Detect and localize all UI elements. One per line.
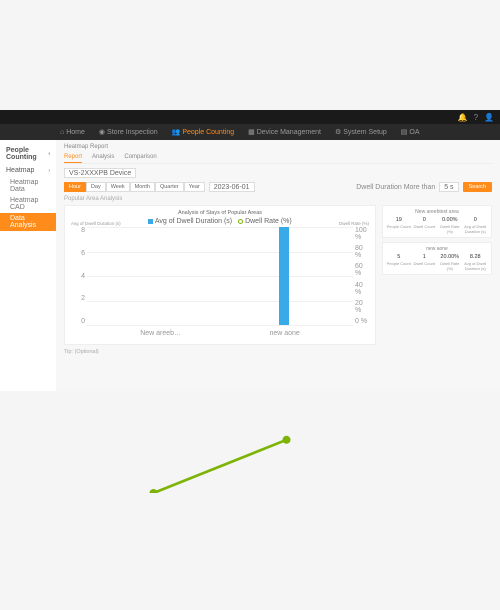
filter-select[interactable]: 5 s	[439, 182, 458, 192]
notification-icon[interactable]: 🔔	[458, 113, 468, 122]
filter-value: 5 s	[444, 184, 453, 191]
xtick-0: New areeb…	[140, 330, 181, 337]
inspection-icon: ◉	[99, 128, 105, 136]
nav-system-setup[interactable]: ⚙System Setup	[335, 128, 387, 136]
nav-oa[interactable]: ▤OA	[401, 128, 420, 136]
legend-bar: Avg of Dwell Duration (s)	[148, 218, 232, 225]
content: Heatmap Report Report Analysis Compariso…	[56, 140, 500, 391]
tab-comparison[interactable]: Comparison	[124, 152, 156, 163]
legend-line: Dwell Rate (%)	[238, 218, 292, 225]
period-hour[interactable]: Hour	[64, 182, 86, 192]
controls-row-1: VS-2XXXPB Device	[64, 168, 492, 178]
oa-icon: ▤	[401, 128, 408, 136]
sidebar-top[interactable]: People Counting‹	[0, 144, 56, 164]
sidebar-item-label: Heatmap	[6, 167, 34, 174]
store-value: VS-2XXXPB Device	[69, 170, 131, 177]
stat-title: new aone	[386, 246, 488, 252]
home-icon: ⌂	[60, 129, 64, 136]
topbar: 🔔 ? 👤	[0, 110, 500, 124]
xtick-1: new aone	[269, 330, 299, 337]
legend-blue-icon	[148, 219, 153, 224]
sidebar-item-label: Heatmap CAD	[10, 197, 50, 211]
nav-label: System Setup	[343, 129, 387, 136]
main: People Counting‹ Heatmap › Heatmap Data H…	[0, 140, 500, 391]
ylabel-right: Dwell Rate (%)	[339, 221, 369, 226]
period-month[interactable]: Month	[130, 182, 155, 192]
nav-label: Device Management	[257, 129, 321, 136]
plot	[87, 227, 353, 325]
date-value: 2023-06-01	[214, 184, 250, 191]
stat-card-0: New areebtest area 19People Count 0Dwell…	[382, 205, 492, 238]
nav-label: People Counting	[182, 129, 234, 136]
chevron-left-icon: ‹	[48, 151, 50, 157]
nav-device-management[interactable]: ▦Device Management	[248, 128, 321, 136]
chart-area: Analysis of Stays of Popular Areas Avg o…	[64, 205, 492, 345]
nav-people-counting[interactable]: 👥People Counting	[172, 128, 234, 136]
period-quarter[interactable]: Quarter	[155, 182, 184, 192]
period-day[interactable]: Day	[86, 182, 106, 192]
gear-icon: ⚙	[335, 128, 341, 136]
user-icon[interactable]: 👤	[484, 113, 494, 122]
stat-card-1: new aone 5People Count 1Dwell Count 20.0…	[382, 242, 492, 275]
sidebar-item-label: Heatmap Data	[10, 179, 50, 193]
xaxis: New areeb… new aone	[87, 330, 353, 337]
chevron-right-icon: ›	[48, 168, 50, 174]
nav-label: Home	[66, 129, 85, 136]
ylabel-left: Avg of Dwell Duration (s)	[71, 221, 121, 226]
period-buttons: Hour Day Week Month Quarter Year	[64, 182, 205, 192]
tab-report[interactable]: Report	[64, 152, 82, 163]
line-series	[87, 227, 353, 493]
stat-row: 5People Count 1Dwell Count 20.00%Dwell R…	[386, 254, 488, 271]
nav-label: OA	[409, 129, 419, 136]
navbar: ⌂Home ◉Store Inspection 👥People Counting…	[0, 124, 500, 140]
chart-box: Analysis of Stays of Popular Areas Avg o…	[64, 205, 376, 345]
people-icon: 👥	[172, 128, 181, 136]
stat-title: New areebtest area	[386, 209, 488, 215]
nav-label: Store Inspection	[107, 129, 158, 136]
yaxis-right: 100 % 80 % 60 % 40 % 20 % 0 %	[355, 227, 369, 325]
sidebar-item-heatmap[interactable]: Heatmap ›	[0, 164, 56, 177]
sidebar-item-heatmap-data[interactable]: Heatmap Data	[0, 177, 56, 195]
chart-canvas: Avg of Dwell Duration (s) Dwell Rate (%)…	[87, 227, 353, 337]
sidebar-item-label: Data Analysis	[10, 215, 50, 229]
nav-home[interactable]: ⌂Home	[60, 129, 85, 136]
store-select[interactable]: VS-2XXXPB Device	[64, 168, 136, 178]
chart-title: Analysis of Stays of Popular Areas	[69, 210, 371, 216]
sidebar: People Counting‹ Heatmap › Heatmap Data H…	[0, 140, 56, 391]
sidebar-item-heatmap-cad[interactable]: Heatmap CAD	[0, 195, 56, 213]
controls-row-2: Hour Day Week Month Quarter Year 2023-06…	[64, 182, 492, 192]
app-window: 🔔 ? 👤 ⌂Home ◉Store Inspection 👥People Co…	[0, 110, 500, 391]
yaxis-left: 8 6 4 2 0	[73, 227, 85, 325]
period-week[interactable]: Week	[106, 182, 130, 192]
date-picker[interactable]: 2023-06-01	[209, 182, 255, 192]
nav-store-inspection[interactable]: ◉Store Inspection	[99, 128, 158, 136]
device-icon: ▦	[248, 128, 255, 136]
stat-row: 19People Count 0Dwell Count 0.00%Dwell R…	[386, 217, 488, 234]
period-year[interactable]: Year	[184, 182, 205, 192]
section-title: Popular Area Analysis	[64, 196, 492, 202]
stats-panel: New areebtest area 19People Count 0Dwell…	[382, 205, 492, 345]
breadcrumb: Heatmap Report	[64, 144, 492, 150]
legend-green-icon	[238, 219, 243, 224]
search-button[interactable]: Search	[463, 182, 492, 192]
tabs: Report Analysis Comparison	[64, 152, 492, 164]
help-icon[interactable]: ?	[474, 113, 478, 122]
filter-label: Dwell Duration More than	[356, 184, 435, 191]
tab-analysis[interactable]: Analysis	[92, 152, 114, 163]
sidebar-item-data-analysis[interactable]: Data Analysis	[0, 213, 56, 231]
sidebar-top-label: People Counting	[6, 147, 48, 161]
